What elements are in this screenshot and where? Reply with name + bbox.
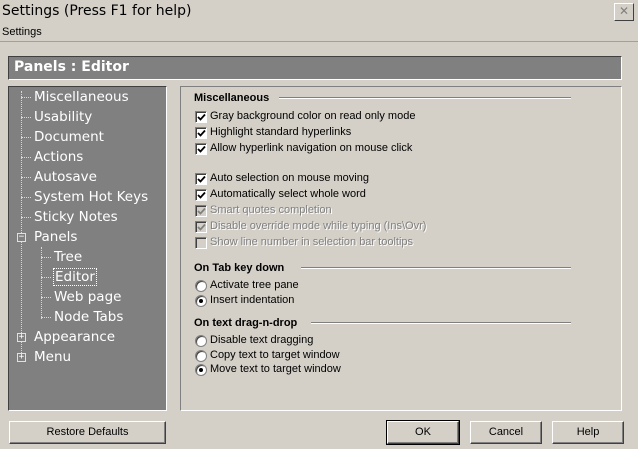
group-title-tab-key: On Tab key down [194, 262, 285, 274]
tree-item-label: Editor [53, 268, 97, 286]
option-label: Smart quotes completion [210, 204, 332, 216]
checkbox[interactable] [195, 221, 207, 233]
tree-item-menu[interactable]: Menu [33, 348, 72, 368]
tree-item-node-tabs[interactable]: Node Tabs [53, 308, 124, 328]
group-divider [311, 322, 571, 324]
option-label: Disable override mode while typing (Ins\… [210, 220, 427, 232]
checkmark-icon [197, 191, 206, 199]
section-title: Panels : Editor [14, 59, 129, 75]
checkmark-icon [197, 223, 206, 231]
tree-connector [41, 257, 51, 258]
radio-button[interactable] [195, 335, 207, 347]
tree-connector [21, 217, 31, 218]
radio-button[interactable] [195, 350, 207, 362]
tree-connector [21, 91, 22, 357]
tree-connector [21, 157, 31, 158]
option-label: Activate tree pane [210, 279, 299, 291]
tree-item-document[interactable]: Document [33, 128, 105, 148]
checkbox[interactable] [195, 173, 207, 185]
restore-defaults-button[interactable]: Restore Defaults [9, 421, 166, 444]
tree-item-label: Sticky Notes [34, 209, 118, 225]
checkbox[interactable] [195, 143, 207, 155]
radio-dot-icon [199, 299, 203, 303]
tree-item-autosave[interactable]: Autosave [33, 168, 98, 188]
checkmark-icon [197, 113, 206, 121]
checkmark-icon [197, 145, 206, 153]
option-label: Show line number in selection bar toolti… [210, 236, 414, 248]
ok-button[interactable]: OK [386, 420, 460, 445]
option-label: Allow hyperlink navigation on mouse clic… [210, 142, 413, 154]
tree-item-label: Tree [54, 249, 83, 265]
tree-item-label: Panels [34, 229, 78, 245]
settings-tree: Miscellaneous Usability Document Actions… [8, 86, 167, 411]
tree-item-label: Appearance [34, 329, 116, 345]
section-header: Panels : Editor [8, 56, 622, 80]
expand-icon[interactable]: + [17, 333, 26, 342]
radio-dot-icon [199, 368, 203, 372]
tree-item-system-hot-keys[interactable]: System Hot Keys [33, 188, 149, 208]
menu-settings[interactable]: Settings [2, 26, 42, 38]
radio-button[interactable] [195, 280, 207, 292]
option-label: Highlight standard hyperlinks [210, 126, 352, 138]
radio-button[interactable] [195, 295, 207, 307]
editor-settings-panel: Miscellaneous Gray background color on r… [180, 86, 622, 411]
option-label: Automatically select whole word [210, 188, 366, 200]
group-divider [301, 267, 571, 269]
tree-connector [41, 277, 51, 278]
tree-connector [21, 97, 31, 98]
tree-connector [41, 297, 51, 298]
option-label: Copy text to target window [210, 349, 340, 361]
tree-item-miscellaneous[interactable]: Miscellaneous [33, 88, 130, 108]
option-label: Insert indentation [210, 294, 295, 306]
tree-item-label: Web page [54, 289, 122, 305]
option-label: Auto selection on mouse moving [210, 172, 369, 184]
checkmark-icon [197, 207, 206, 215]
checkmark-icon [197, 175, 206, 183]
radio-button[interactable] [195, 364, 207, 376]
menu-bar: Settings [0, 24, 638, 42]
tree-item-label: Document [34, 129, 104, 145]
tree-connector [41, 317, 51, 318]
tree-connector [21, 177, 31, 178]
tree-item-web-page[interactable]: Web page [53, 288, 122, 308]
tree-item-usability[interactable]: Usability [33, 108, 93, 128]
collapse-icon[interactable]: − [17, 233, 26, 242]
tree-item-tree[interactable]: Tree [53, 248, 83, 268]
checkbox[interactable] [195, 111, 207, 123]
tree-item-label: System Hot Keys [34, 189, 149, 205]
tree-item-panels[interactable]: Panels [33, 228, 78, 248]
title-bar: Settings (Press F1 for help) ✕ [0, 0, 638, 24]
help-button[interactable]: Help [552, 421, 624, 444]
tree-item-label: Usability [34, 109, 93, 125]
checkmark-icon [197, 129, 206, 137]
option-label: Move text to target window [210, 363, 341, 375]
checkbox[interactable] [195, 189, 207, 201]
option-label: Gray background color on read only mode [210, 110, 416, 122]
option-label: Disable text dragging [210, 334, 314, 346]
checkbox[interactable] [195, 205, 207, 217]
cancel-button[interactable]: Cancel [470, 421, 542, 444]
group-title-drag-drop: On text drag-n-drop [194, 317, 298, 329]
tree-item-actions[interactable]: Actions [33, 148, 84, 168]
expand-icon[interactable]: + [17, 353, 26, 362]
tree-item-label: Node Tabs [54, 309, 124, 325]
window-title: Settings (Press F1 for help) [2, 3, 192, 19]
tree-connector [21, 117, 31, 118]
tree-item-editor[interactable]: Editor [53, 268, 97, 288]
close-icon[interactable]: ✕ [614, 3, 634, 21]
group-divider [279, 97, 571, 99]
tree-item-appearance[interactable]: Appearance [33, 328, 116, 348]
tree-connector [21, 137, 31, 138]
tree-item-label: Miscellaneous [34, 89, 129, 105]
checkbox[interactable] [195, 127, 207, 139]
tree-item-label: Actions [34, 149, 84, 165]
checkbox[interactable] [195, 237, 207, 249]
tree-connector [21, 197, 31, 198]
tree-item-label: Autosave [34, 169, 97, 185]
tree-item-label: Menu [34, 349, 72, 365]
tree-item-sticky-notes[interactable]: Sticky Notes [33, 208, 119, 228]
group-title-miscellaneous: Miscellaneous [194, 92, 270, 104]
